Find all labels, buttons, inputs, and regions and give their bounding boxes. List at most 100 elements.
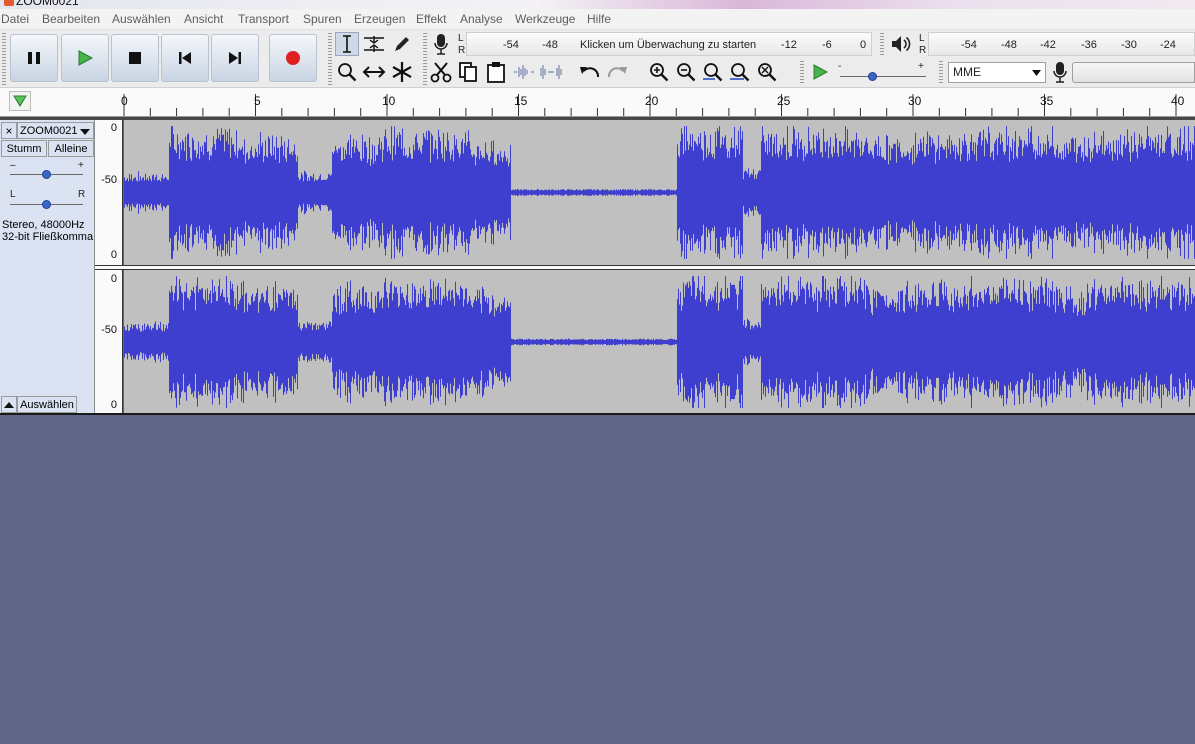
menu-hilfe[interactable]: Hilfe bbox=[587, 12, 611, 26]
zoom-toggle-button[interactable] bbox=[755, 60, 779, 84]
menu-transport[interactable]: Transport bbox=[238, 12, 289, 26]
gain-minus: – bbox=[10, 160, 16, 171]
envelope-tool-button[interactable] bbox=[362, 32, 386, 56]
i-beam-icon bbox=[343, 35, 351, 53]
zoom-in-button[interactable] bbox=[647, 60, 671, 84]
copy-button[interactable] bbox=[456, 60, 480, 84]
menu-ansicht[interactable]: Ansicht bbox=[184, 12, 223, 26]
asterisk-icon bbox=[392, 62, 412, 82]
triangle-up-icon bbox=[4, 401, 14, 408]
scale-label: 0 bbox=[110, 249, 117, 261]
waveform-left bbox=[124, 126, 1195, 259]
scissors-icon bbox=[430, 62, 452, 83]
pencil-icon bbox=[395, 37, 409, 51]
waveform-channel-left[interactable] bbox=[124, 120, 1195, 265]
track-name-menu[interactable]: ZOOM0021 bbox=[17, 122, 94, 139]
play-meter-button[interactable] bbox=[889, 32, 913, 56]
copy-icon bbox=[459, 62, 477, 82]
track-close-button[interactable]: × bbox=[1, 122, 17, 139]
skip-to-start-button[interactable] bbox=[161, 34, 209, 82]
menu-erzeugen[interactable]: Erzeugen bbox=[354, 12, 405, 26]
recording-device-select[interactable] bbox=[1072, 62, 1195, 83]
gain-knob[interactable] bbox=[41, 170, 51, 179]
track-info: Stereo, 48000Hz 32-bit Fließkomma bbox=[2, 219, 93, 243]
waveform-channel-right[interactable] bbox=[124, 270, 1195, 414]
pan-left-label: L bbox=[10, 189, 16, 200]
stop-button[interactable] bbox=[111, 34, 159, 82]
empty-track-area[interactable] bbox=[0, 415, 1195, 744]
play-at-speed-grip[interactable] bbox=[800, 61, 804, 85]
undo-button[interactable] bbox=[578, 60, 602, 84]
speaker-icon bbox=[892, 36, 911, 52]
select-track-button[interactable]: Auswählen bbox=[17, 396, 77, 413]
tools-grip[interactable] bbox=[328, 33, 332, 85]
ruler-label: 30 bbox=[908, 94, 922, 108]
play-button[interactable] bbox=[61, 34, 109, 82]
skip-to-end-button[interactable] bbox=[211, 34, 259, 82]
record-meter[interactable]: -54 -48 Klicken um Überwachung zu starte… bbox=[466, 32, 872, 56]
record-meter-button[interactable] bbox=[429, 32, 453, 56]
ruler-label: 35 bbox=[1040, 94, 1054, 108]
audio-host-select[interactable]: MME bbox=[948, 62, 1046, 83]
collapse-track-button[interactable] bbox=[1, 396, 17, 413]
microphone-icon bbox=[434, 34, 448, 55]
paste-button[interactable] bbox=[484, 60, 508, 84]
trim-audio-icon bbox=[514, 65, 534, 79]
multi-tool-button[interactable] bbox=[390, 60, 414, 84]
zoom-out-icon bbox=[677, 63, 696, 82]
play-at-speed-button[interactable] bbox=[808, 60, 832, 84]
audio-host-value: MME bbox=[953, 65, 981, 79]
draw-tool-button[interactable] bbox=[390, 32, 414, 56]
zoom-tool-button[interactable] bbox=[335, 60, 359, 84]
menu-effekt[interactable]: Effekt bbox=[416, 12, 446, 26]
silence-button[interactable] bbox=[539, 60, 563, 84]
fit-project-button[interactable] bbox=[728, 60, 752, 84]
menu-spuren[interactable]: Spuren bbox=[303, 12, 342, 26]
menu-analyse[interactable]: Analyse bbox=[460, 12, 503, 26]
trim-button[interactable] bbox=[512, 60, 536, 84]
zoom-fit-icon bbox=[730, 63, 750, 82]
menu-auswaehlen[interactable]: Auswählen bbox=[112, 12, 171, 26]
pause-button[interactable] bbox=[10, 34, 58, 82]
cut-button[interactable] bbox=[429, 60, 453, 84]
redo-button[interactable] bbox=[605, 60, 629, 84]
fit-selection-button[interactable] bbox=[701, 60, 725, 84]
timeline-ruler[interactable]: 0 5 10 15 20 25 30 35 40 bbox=[0, 88, 1195, 117]
ruler-label: 10 bbox=[382, 94, 396, 108]
play-meter[interactable]: -54 -48 -42 -36 -30 -24 bbox=[928, 32, 1195, 56]
speed-knob[interactable] bbox=[867, 72, 877, 81]
app-icon bbox=[4, 0, 14, 6]
record-meter-tick: -12 bbox=[781, 39, 797, 51]
track-name: ZOOM0021 bbox=[20, 124, 78, 137]
gain-plus: + bbox=[78, 160, 84, 171]
record-meter-tick: -6 bbox=[822, 39, 832, 51]
menu-bearbeiten[interactable]: Bearbeiten bbox=[42, 12, 100, 26]
vertical-scale[interactable]: 0 -50 0 0 -50 0 bbox=[95, 120, 123, 414]
record-button[interactable] bbox=[269, 34, 317, 82]
menu-datei[interactable]: Datei bbox=[1, 12, 29, 26]
magnifier-icon bbox=[338, 63, 357, 82]
toolbar-grip[interactable] bbox=[2, 33, 6, 85]
device-grip[interactable] bbox=[939, 61, 943, 85]
record-meter-tick: -48 bbox=[542, 39, 558, 51]
track-sample-format: 32-bit Fließkomma bbox=[2, 231, 94, 243]
play-meter-grip[interactable] bbox=[880, 33, 884, 57]
pan-knob[interactable] bbox=[41, 200, 51, 209]
selection-tool-button[interactable] bbox=[335, 32, 359, 56]
menu-werkzeuge[interactable]: Werkzeuge bbox=[515, 12, 575, 26]
ruler-label: 25 bbox=[777, 94, 791, 108]
redo-icon bbox=[607, 67, 627, 78]
timeshift-tool-button[interactable] bbox=[362, 60, 386, 84]
zoom-out-button[interactable] bbox=[674, 60, 698, 84]
track-control-panel[interactable]: × ZOOM0021 Stumm Alleine – + L R Stereo,… bbox=[0, 120, 95, 414]
solo-button[interactable]: Alleine bbox=[48, 140, 94, 157]
ruler-ticks bbox=[123, 94, 1177, 116]
mute-button[interactable]: Stumm bbox=[1, 140, 47, 157]
scale-label: -50 bbox=[101, 174, 117, 186]
meter-grip[interactable] bbox=[423, 33, 427, 85]
play-at-speed-icon bbox=[813, 64, 829, 80]
stop-icon bbox=[129, 52, 141, 64]
zoom-toggle-icon bbox=[758, 63, 777, 82]
scale-label: 0 bbox=[110, 399, 117, 411]
scale-label: 0 bbox=[110, 122, 117, 134]
